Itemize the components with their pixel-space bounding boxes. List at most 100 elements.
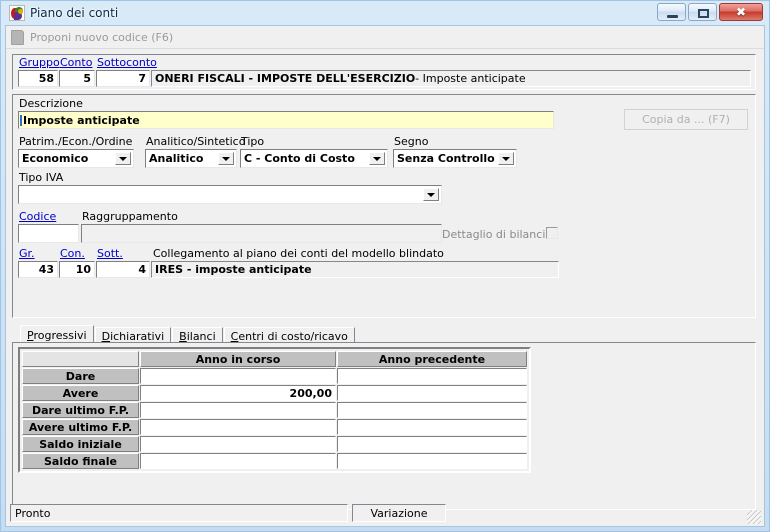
dettaglio-di-bilancio-label: Dettaglio di bilancio [442, 228, 553, 241]
conto-label[interactable]: Conto [60, 56, 92, 69]
cell-avere-anno-precedente[interactable] [337, 385, 527, 401]
application-window: Piano dei conti ✖ Proponi nuovo codice (… [0, 0, 770, 532]
descrizione-value: Imposte anticipate [23, 113, 140, 127]
table-row: Dare [22, 368, 527, 384]
segno-label: Segno [394, 135, 429, 148]
tab-centri-label: entri di costo/ricavo [238, 329, 348, 343]
client-area: Proponi nuovo codice (F6) Gruppo Conto S… [5, 25, 765, 527]
analitico-value: Analitico [149, 152, 204, 165]
tipo-iva-select[interactable] [18, 185, 442, 204]
status-bar: Pronto Variazione [10, 504, 446, 522]
propose-new-code-button[interactable]: Proponi nuovo codice (F6) [30, 31, 173, 44]
tipo-select[interactable]: C - Conto di Costo [240, 149, 388, 168]
account-key-group: Gruppo Conto Sottoconto 58 5 7 ONERI FIS… [12, 54, 756, 90]
chevron-down-icon[interactable] [498, 152, 514, 165]
analitico-select[interactable]: Analitico [145, 149, 237, 168]
window-controls: ✖ [657, 3, 763, 21]
gruppo-input[interactable]: 58 [18, 70, 58, 87]
codice-label[interactable]: Codice [19, 210, 56, 223]
cell-avere-ultimo-fp-anno-in-corso[interactable] [140, 419, 336, 435]
sott-label[interactable]: Sott. [97, 247, 123, 260]
row-header-avere: Avere [22, 385, 139, 401]
tipo-iva-label: Tipo IVA [19, 171, 64, 184]
account-description-bold: ONERI FISCALI - IMPOSTE DELL'ESERCIZIO [155, 72, 416, 85]
cell-dare-ultimo-fp-anno-precedente[interactable] [337, 402, 527, 418]
title-bar[interactable]: Piano dei conti ✖ [5, 1, 765, 25]
codice-input[interactable] [18, 224, 79, 243]
table-row: Saldo iniziale [22, 436, 527, 452]
blindato-gr-input[interactable]: 43 [18, 261, 58, 278]
gr-label[interactable]: Gr. [19, 247, 35, 260]
tab-progressivi-label: rogressivi [33, 328, 87, 342]
row-header-saldo-iniziale: Saldo iniziale [22, 436, 139, 452]
tab-bilanci-label: ilanci [186, 329, 216, 343]
progressivi-grid-frame: Anno in corso Anno precedente Dare Avere… [18, 347, 531, 473]
table-row: Saldo finale [22, 453, 527, 469]
status-mode: Variazione [352, 504, 446, 522]
app-icon [9, 5, 25, 21]
account-description-rest: - Imposte anticipate [415, 72, 526, 85]
tab-dichiarativi-label: ichiarativi [110, 329, 165, 343]
patrim-value: Economico [22, 152, 89, 165]
patrim-select[interactable]: Economico [18, 149, 134, 168]
chevron-down-icon[interactable] [115, 152, 131, 165]
patrim-label: Patrim./Econ./Ordine [19, 135, 133, 148]
cell-avere-ultimo-fp-anno-precedente[interactable] [337, 419, 527, 435]
new-document-icon [11, 29, 24, 45]
cell-saldo-iniziale-anno-precedente[interactable] [337, 436, 527, 452]
table-corner-cell [22, 351, 139, 367]
raggruppamento-input [81, 224, 442, 243]
blindato-description: IRES - imposte anticipate [151, 261, 559, 278]
cell-dare-anno-precedente[interactable] [337, 368, 527, 384]
column-header-anno-in-corso: Anno in corso [140, 351, 336, 367]
tab-dichiarativi-mnemonic: D [101, 329, 111, 343]
cell-dare-ultimo-fp-anno-in-corso[interactable] [140, 402, 336, 418]
gruppo-label[interactable]: Gruppo [19, 56, 60, 69]
account-description-display: ONERI FISCALI - IMPOSTE DELL'ESERCIZIO -… [151, 70, 751, 87]
resize-grip-icon[interactable] [747, 510, 761, 524]
table-row: Avere ultimo F.P. [22, 419, 527, 435]
row-header-saldo-finale: Saldo finale [22, 453, 139, 469]
dettaglio-di-bilancio-checkbox [546, 227, 558, 239]
tipo-value: C - Conto di Costo [244, 152, 355, 165]
blindato-con-input[interactable]: 10 [59, 261, 95, 278]
maximize-icon [698, 9, 709, 18]
details-group: Descrizione Imposte anticipate Copia da … [12, 94, 756, 318]
blindato-sott-input[interactable]: 4 [96, 261, 150, 278]
minimize-icon [667, 15, 678, 18]
table-header-row: Anno in corso Anno precedente [22, 351, 527, 367]
table-row: Avere 200,00 [22, 385, 527, 401]
row-header-dare-ultimo-fp: Dare ultimo F.P. [22, 402, 139, 418]
status-message: Pronto [10, 504, 348, 522]
sottoconto-input[interactable]: 7 [96, 70, 150, 87]
segno-value: Senza Controllo [397, 152, 495, 165]
cell-saldo-finale-anno-in-corso[interactable] [140, 453, 336, 469]
sottoconto-label[interactable]: Sottoconto [97, 56, 157, 69]
cell-dare-anno-in-corso[interactable] [140, 368, 336, 384]
close-button[interactable]: ✖ [719, 3, 763, 21]
descrizione-label: Descrizione [19, 97, 83, 110]
copia-da-button[interactable]: Copia da ... (F7) [624, 109, 748, 130]
chevron-down-icon[interactable] [423, 188, 439, 201]
cell-saldo-finale-anno-precedente[interactable] [337, 453, 527, 469]
chevron-down-icon[interactable] [369, 152, 385, 165]
row-header-avere-ultimo-fp: Avere ultimo F.P. [22, 419, 139, 435]
table-row: Dare ultimo F.P. [22, 402, 527, 418]
progressivi-table: Anno in corso Anno precedente Dare Avere… [21, 350, 528, 470]
chevron-down-icon[interactable] [218, 152, 234, 165]
conto-input[interactable]: 5 [59, 70, 95, 87]
maximize-button[interactable] [688, 3, 717, 21]
tipo-label: Tipo [241, 135, 265, 148]
con-label[interactable]: Con. [60, 247, 85, 260]
analitico-label: Analitico/Sintetico [146, 135, 246, 148]
cell-avere-anno-in-corso[interactable]: 200,00 [140, 385, 336, 401]
window-title: Piano dei conti [30, 6, 119, 20]
minimize-button[interactable] [657, 3, 686, 21]
toolbar: Proponi nuovo codice (F6) [6, 26, 764, 49]
close-icon: ✖ [735, 5, 747, 19]
row-header-dare: Dare [22, 368, 139, 384]
tab-bilanci-mnemonic: B [179, 329, 187, 343]
cell-saldo-iniziale-anno-in-corso[interactable] [140, 436, 336, 452]
segno-select[interactable]: Senza Controllo [393, 149, 517, 168]
descrizione-input[interactable]: Imposte anticipate [18, 111, 554, 129]
